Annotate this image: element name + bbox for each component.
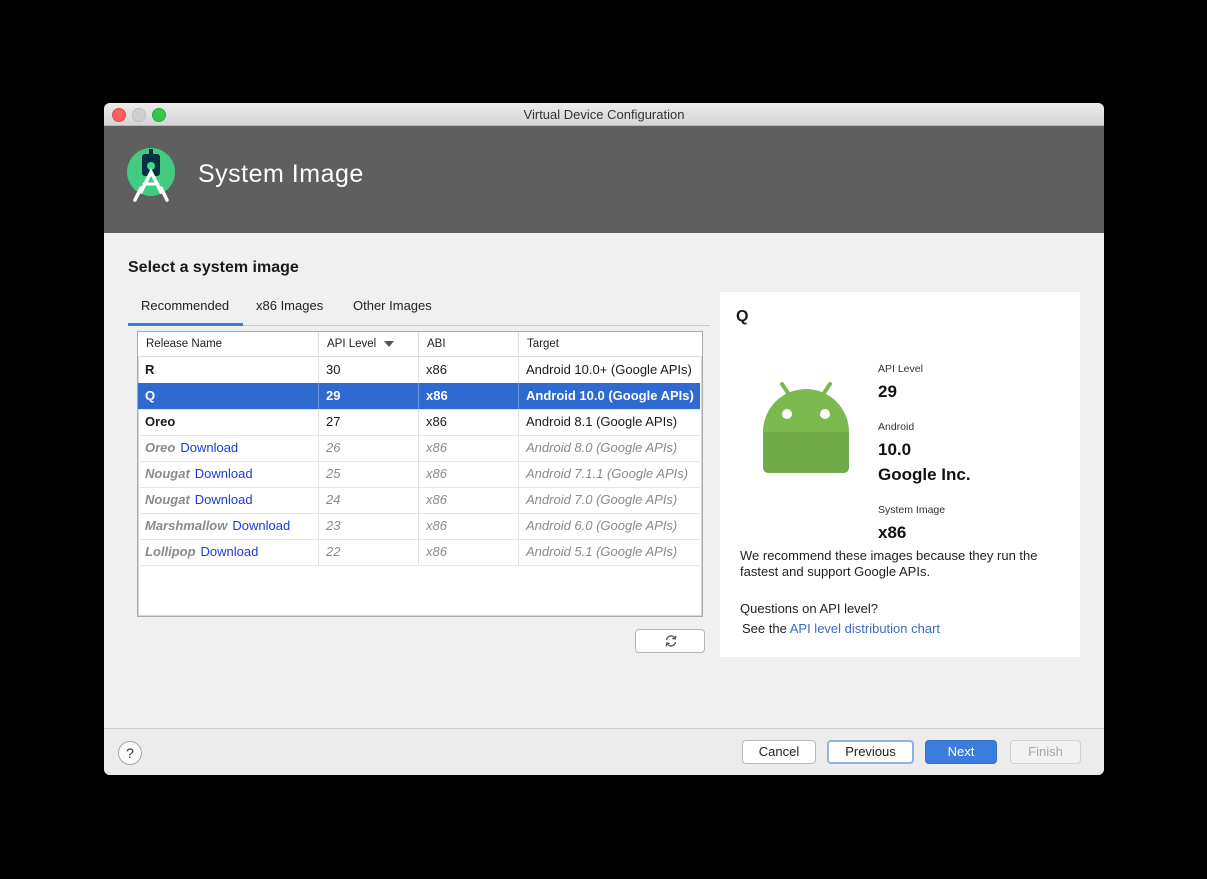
tab-other-images[interactable]: Other Images: [353, 298, 432, 313]
api-level-cell: 26: [319, 435, 419, 461]
abi-cell: x86: [419, 487, 519, 513]
api-question-text: Questions on API level?: [740, 601, 879, 616]
active-tab-indicator: [128, 323, 243, 326]
release-name-cell: Marshmallow Download: [138, 513, 319, 539]
release-name-cell: R: [138, 357, 319, 383]
detail-release-name: Q: [736, 308, 749, 325]
target-cell: Android 7.0 (Google APIs): [526, 492, 678, 507]
table-row[interactable]: Lollipop Download 22 x86 Android 5.1 (Goo…: [138, 539, 700, 566]
tab-recommended[interactable]: Recommended: [141, 298, 229, 313]
abi-cell: x86: [419, 435, 519, 461]
main-content: Select a system image Recommended x86 Im…: [104, 233, 1104, 728]
target-cell: Android 10.0 (Google APIs): [526, 388, 694, 403]
section-title: Select a system image: [128, 259, 299, 276]
next-button[interactable]: Next: [925, 740, 997, 764]
help-button[interactable]: ?: [118, 741, 142, 765]
target-cell: Android 8.1 (Google APIs): [526, 414, 678, 429]
api-level-cell: 22: [319, 539, 419, 565]
system-image-details: Q API Level 29 Android 10.0 Google Inc. …: [720, 292, 1080, 657]
refresh-button[interactable]: [635, 629, 705, 653]
release-name-cell: Q: [138, 383, 319, 409]
previous-button[interactable]: Previous: [827, 740, 914, 764]
system-image-table: Release Name API Level ABI Target R 30 x…: [137, 331, 703, 617]
target-cell: Android 6.0 (Google APIs): [526, 518, 678, 533]
page-title: System Image: [198, 160, 364, 188]
sort-descending-icon: [384, 340, 395, 347]
column-header-target[interactable]: Target: [519, 332, 702, 356]
download-link[interactable]: Download: [195, 492, 253, 507]
table-row[interactable]: R 30 x86 Android 10.0+ (Google APIs): [138, 357, 700, 384]
target-cell: Android 10.0+ (Google APIs): [526, 362, 692, 377]
finish-button: Finish: [1010, 740, 1081, 764]
android-label: Android: [878, 421, 915, 433]
android-version-value: 10.0: [878, 440, 912, 459]
recommendation-text: We recommend these images because they r…: [740, 548, 1038, 579]
download-link[interactable]: Download: [232, 518, 290, 533]
download-link[interactable]: Download: [180, 440, 238, 455]
api-level-cell: 27: [319, 409, 419, 435]
table-row[interactable]: Nougat Download 24 x86 Android 7.0 (Googl…: [138, 487, 700, 514]
column-header-abi[interactable]: ABI: [419, 332, 519, 356]
table-row[interactable]: Oreo Download 26 x86 Android 8.0 (Google …: [138, 435, 700, 462]
table-row-selected[interactable]: Q 29 x86 Android 10.0 (Google APIs): [138, 383, 700, 410]
api-level-cell: 29: [319, 383, 419, 409]
dialog-window: Virtual Device Configuration System Imag…: [104, 103, 1104, 775]
column-header-release-name[interactable]: Release Name: [138, 332, 319, 356]
release-name-cell: Lollipop Download: [138, 539, 319, 565]
api-level-cell: 24: [319, 487, 419, 513]
api-level-cell: 23: [319, 513, 419, 539]
abi-cell: x86: [419, 383, 519, 409]
api-distribution-chart-link[interactable]: API level distribution chart: [790, 621, 940, 636]
api-level-label: API Level: [878, 363, 923, 375]
chart-link-line: See the API level distribution chart: [742, 621, 941, 636]
window-title: Virtual Device Configuration: [523, 107, 685, 122]
release-name-cell: Nougat Download: [138, 461, 319, 487]
target-cell: Android 8.0 (Google APIs): [526, 440, 678, 455]
tab-x86-images[interactable]: x86 Images: [256, 298, 323, 313]
refresh-icon: [665, 635, 677, 647]
cancel-button[interactable]: Cancel: [742, 740, 816, 764]
title-bar: Virtual Device Configuration: [104, 103, 1104, 126]
system-image-value: x86: [878, 523, 907, 542]
wizard-footer: ? Cancel Previous Next Finish: [104, 728, 1104, 775]
target-cell: Android 7.1.1 (Google APIs): [526, 466, 689, 481]
image-tabs: Recommended x86 Images Other Images: [128, 295, 710, 326]
abi-cell: x86: [419, 357, 519, 383]
wizard-header: System Image: [104, 126, 1104, 233]
table-row[interactable]: Nougat Download 25 x86 Android 7.1.1 (Goo…: [138, 461, 700, 488]
table-row[interactable]: Marshmallow Download 23 x86 Android 6.0 (…: [138, 513, 700, 540]
abi-cell: x86: [419, 513, 519, 539]
download-link[interactable]: Download: [201, 544, 259, 559]
table-row[interactable]: Oreo 27 x86 Android 8.1 (Google APIs): [138, 409, 700, 436]
android-robot-icon: [763, 382, 849, 473]
android-studio-logo-icon: [127, 148, 175, 202]
download-link[interactable]: Download: [195, 466, 253, 481]
column-header-api-level[interactable]: API Level: [319, 332, 419, 356]
api-level-cell: 25: [319, 461, 419, 487]
release-name-cell: Nougat Download: [138, 487, 319, 513]
vendor-value: Google Inc.: [878, 465, 971, 484]
abi-cell: x86: [419, 539, 519, 565]
abi-cell: x86: [419, 409, 519, 435]
release-name-cell: Oreo Download: [138, 435, 319, 461]
target-cell: Android 5.1 (Google APIs): [526, 544, 678, 559]
system-image-label: System Image: [878, 504, 946, 516]
api-level-cell: 30: [319, 357, 419, 383]
abi-cell: x86: [419, 461, 519, 487]
api-level-value: 29: [878, 382, 897, 401]
table-header: Release Name API Level ABI Target: [138, 332, 702, 357]
release-name-cell: Oreo: [138, 409, 319, 435]
